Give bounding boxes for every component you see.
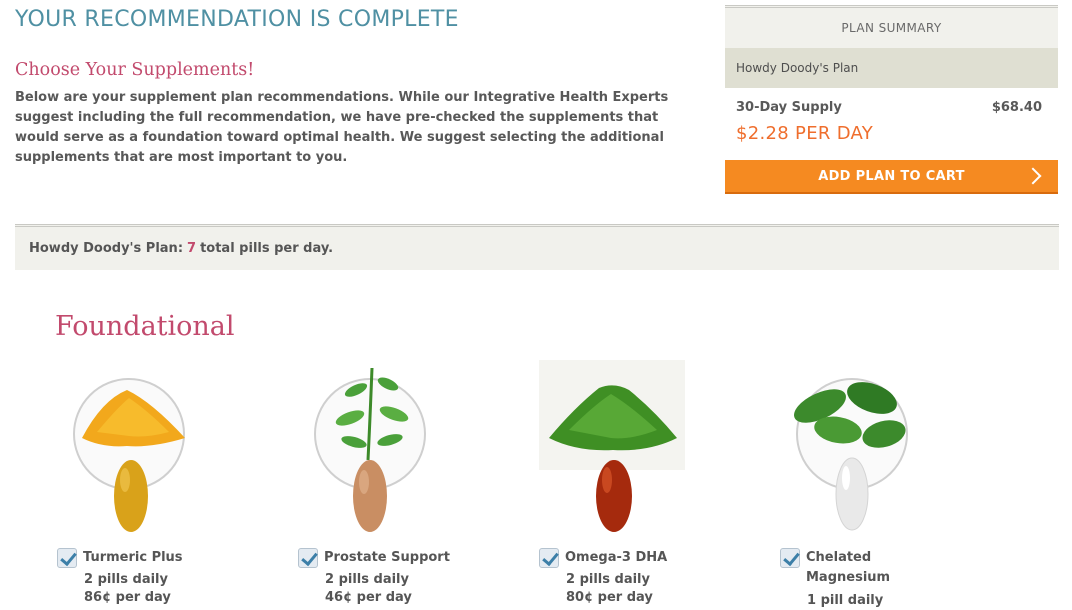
- plan-summary-heading: PLAN SUMMARY: [725, 5, 1058, 48]
- product-image: [780, 360, 930, 540]
- plan-bar-suffix: total pills per day.: [200, 241, 334, 256]
- total-pill-count: 7: [187, 241, 197, 256]
- intro-text: Below are your supplement plan recommend…: [15, 90, 669, 165]
- product-name: Prostate Support: [324, 550, 450, 565]
- product-dose: 2 pills daily: [325, 572, 409, 587]
- product-image: [539, 360, 689, 540]
- product-checkbox[interactable]: [780, 548, 800, 568]
- supply-label: 30-Day Supply: [736, 100, 842, 115]
- product-checkbox[interactable]: [539, 548, 559, 568]
- product-dose: 2 pills daily: [566, 572, 650, 587]
- green-powder-icon: [539, 360, 685, 532]
- plan-pill-summary-bar: Howdy Doody's Plan: 7 total pills per da…: [15, 224, 1059, 270]
- turmeric-powder-icon: [82, 390, 185, 532]
- plan-summary-name: Howdy Doody's Plan: [725, 48, 1058, 88]
- product-dose: 1 pill daily: [807, 593, 884, 608]
- plan-summary-card: PLAN SUMMARY Howdy Doody's Plan 30-Day S…: [725, 5, 1058, 194]
- product-name-row: Turmeric Plus: [57, 548, 243, 568]
- product-price-per-day: 46¢ per day: [325, 590, 412, 605]
- supply-price: $68.40: [991, 100, 1042, 115]
- spinach-leaves-icon: [794, 382, 906, 531]
- product-price-per-day: 80¢ per day: [566, 590, 653, 605]
- product-name-row: Prostate Support: [298, 548, 484, 568]
- section-title-foundational: Foundational: [55, 311, 235, 342]
- product-checkbox[interactable]: [57, 548, 77, 568]
- price-per-day: $2.28 PER DAY: [736, 123, 874, 144]
- chevron-right-icon: [1024, 167, 1042, 185]
- page-title: YOUR RECOMMENDATION IS COMPLETE: [15, 7, 459, 32]
- product-name-row: Omega-3 DHA: [539, 548, 725, 568]
- add-plan-to-cart-button[interactable]: ADD PLAN TO CART: [725, 160, 1058, 194]
- add-plan-to-cart-label: ADD PLAN TO CART: [818, 168, 965, 184]
- supply-row: 30-Day Supply $68.40: [725, 88, 1058, 115]
- product-name: Omega-3 DHA: [565, 550, 668, 565]
- product-name: Chelated Magnesium: [806, 550, 891, 585]
- product-image: [298, 360, 448, 540]
- plan-bar-prefix: Howdy Doody's Plan:: [29, 241, 184, 256]
- product-name: Turmeric Plus: [83, 550, 183, 565]
- product-name-row: Chelated Magnesium: [780, 548, 896, 588]
- product-price-per-day: 86¢ per day: [84, 590, 171, 605]
- page-subtitle: Choose Your Supplements!: [15, 60, 255, 80]
- product-image: [57, 360, 207, 540]
- product-dose: 2 pills daily: [84, 572, 168, 587]
- product-checkbox[interactable]: [298, 548, 318, 568]
- plant-sprout-icon: [335, 367, 409, 532]
